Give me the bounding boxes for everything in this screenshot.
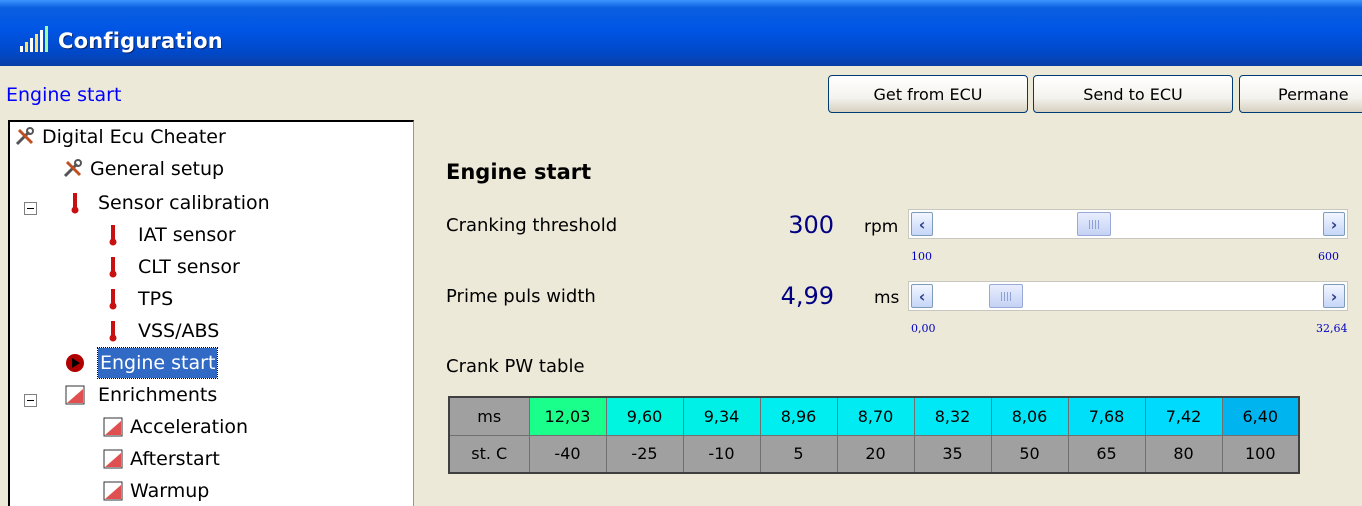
app-logo-icon <box>20 26 48 52</box>
table-cell[interactable]: 100 <box>1221 434 1300 474</box>
tree-item-label: CLT sensor <box>138 256 240 278</box>
cranking-threshold-slider[interactable]: ‹ › <box>908 209 1348 239</box>
table-cell[interactable]: -10 <box>682 434 761 474</box>
cranking-threshold-value: 300 <box>788 211 834 239</box>
prime-max-tick: 32,64 <box>1316 322 1348 335</box>
tree-item-label: Warmup <box>130 480 210 502</box>
breadcrumb: Engine start <box>6 84 122 106</box>
title-bar: Configuration <box>0 0 1362 66</box>
table-cell[interactable]: 5 <box>759 434 838 474</box>
table-cell[interactable]: 8,06 <box>990 396 1069 436</box>
table-cell[interactable]: 12,03 <box>528 396 607 436</box>
table-row: st. C -40 -25 -10 5 20 35 50 65 80 100 <box>448 434 1300 474</box>
navigation-tree[interactable]: Digital Ecu Cheater General setup Sensor… <box>8 120 414 506</box>
thermometer-icon <box>71 193 79 214</box>
slider-thumb[interactable] <box>989 284 1024 308</box>
tree-item-label: TPS <box>138 288 174 310</box>
chart-icon <box>103 449 123 469</box>
table-cell[interactable]: 9,60 <box>605 396 684 436</box>
chart-icon <box>65 385 85 405</box>
tree-item-label: Engine start <box>96 347 219 379</box>
tree-item-label: Sensor calibration <box>98 192 270 214</box>
thermometer-icon <box>109 225 117 246</box>
prime-puls-width-value: 4,99 <box>780 282 834 310</box>
table-cell[interactable]: 7,42 <box>1144 396 1223 436</box>
table-row-header: st. C <box>448 434 530 474</box>
cranking-threshold-label: Cranking threshold <box>446 215 618 236</box>
crank-pw-table-label: Crank PW table <box>446 356 585 377</box>
cranking-max-tick: 600 <box>1318 250 1339 263</box>
tree-item-label: Afterstart <box>130 448 220 470</box>
table-cell[interactable]: 20 <box>836 434 915 474</box>
slider-left-arrow-icon[interactable]: ‹ <box>911 212 933 236</box>
slider-right-arrow-icon[interactable]: › <box>1323 212 1345 236</box>
tools-icon <box>15 127 34 146</box>
table-cell[interactable]: -40 <box>528 434 607 474</box>
cranking-min-tick: 100 <box>911 250 932 263</box>
thermometer-icon <box>109 289 117 310</box>
prime-puls-width-unit: ms <box>874 288 900 308</box>
send-to-ecu-button[interactable]: Send to ECU <box>1033 75 1233 113</box>
get-from-ecu-button[interactable]: Get from ECU <box>828 75 1028 113</box>
table-cell[interactable]: 8,32 <box>913 396 992 436</box>
table-cell[interactable]: 7,68 <box>1067 396 1146 436</box>
table-cell[interactable]: 80 <box>1144 434 1223 474</box>
table-row-header: ms <box>448 396 530 436</box>
content-panel: Engine start Cranking threshold 300 rpm … <box>414 120 1362 506</box>
cranking-threshold-unit: rpm <box>864 217 899 237</box>
thermometer-icon <box>109 257 117 278</box>
chart-icon <box>103 481 123 501</box>
prime-min-tick: 0,00 <box>911 322 936 335</box>
window-title: Configuration <box>58 29 223 53</box>
slider-left-arrow-icon[interactable]: ‹ <box>911 284 933 308</box>
collapse-toggle[interactable] <box>24 202 37 215</box>
table-cell[interactable]: 9,34 <box>682 396 761 436</box>
slider-right-arrow-icon[interactable]: › <box>1323 284 1345 308</box>
tree-item-label: IAT sensor <box>138 224 236 246</box>
table-cell[interactable]: 50 <box>990 434 1069 474</box>
table-cell[interactable]: -25 <box>605 434 684 474</box>
section-title: Engine start <box>446 160 592 184</box>
tree-item-label: General setup <box>90 158 225 180</box>
tree-item-label: Acceleration <box>130 416 249 438</box>
prime-puls-width-slider[interactable]: ‹ › <box>908 281 1348 311</box>
prime-puls-width-label: Prime puls width <box>446 286 596 307</box>
thermometer-icon <box>109 321 117 342</box>
play-icon <box>66 354 84 372</box>
tree-item-label: Digital Ecu Cheater <box>42 126 226 148</box>
table-row: ms 12,03 9,60 9,34 8,96 8,70 8,32 8,06 7… <box>448 396 1300 436</box>
table-cell[interactable]: 65 <box>1067 434 1146 474</box>
header-strip: Engine start Get from ECU Send to ECU Pe… <box>0 66 1362 120</box>
tree-item-label: VSS/ABS <box>138 320 220 342</box>
permanent-button[interactable]: Permane <box>1239 75 1362 113</box>
collapse-toggle[interactable] <box>24 394 37 407</box>
table-cell[interactable]: 6,40 <box>1221 396 1300 436</box>
slider-thumb[interactable] <box>1076 212 1111 236</box>
table-cell[interactable]: 8,96 <box>759 396 838 436</box>
tree-item-label: Enrichments <box>98 384 218 406</box>
table-cell[interactable]: 35 <box>913 434 992 474</box>
tools-icon <box>63 159 82 178</box>
crank-pw-table[interactable]: ms 12,03 9,60 9,34 8,96 8,70 8,32 8,06 7… <box>448 396 1300 474</box>
table-cell[interactable]: 8,70 <box>836 396 915 436</box>
chart-icon <box>103 417 123 437</box>
